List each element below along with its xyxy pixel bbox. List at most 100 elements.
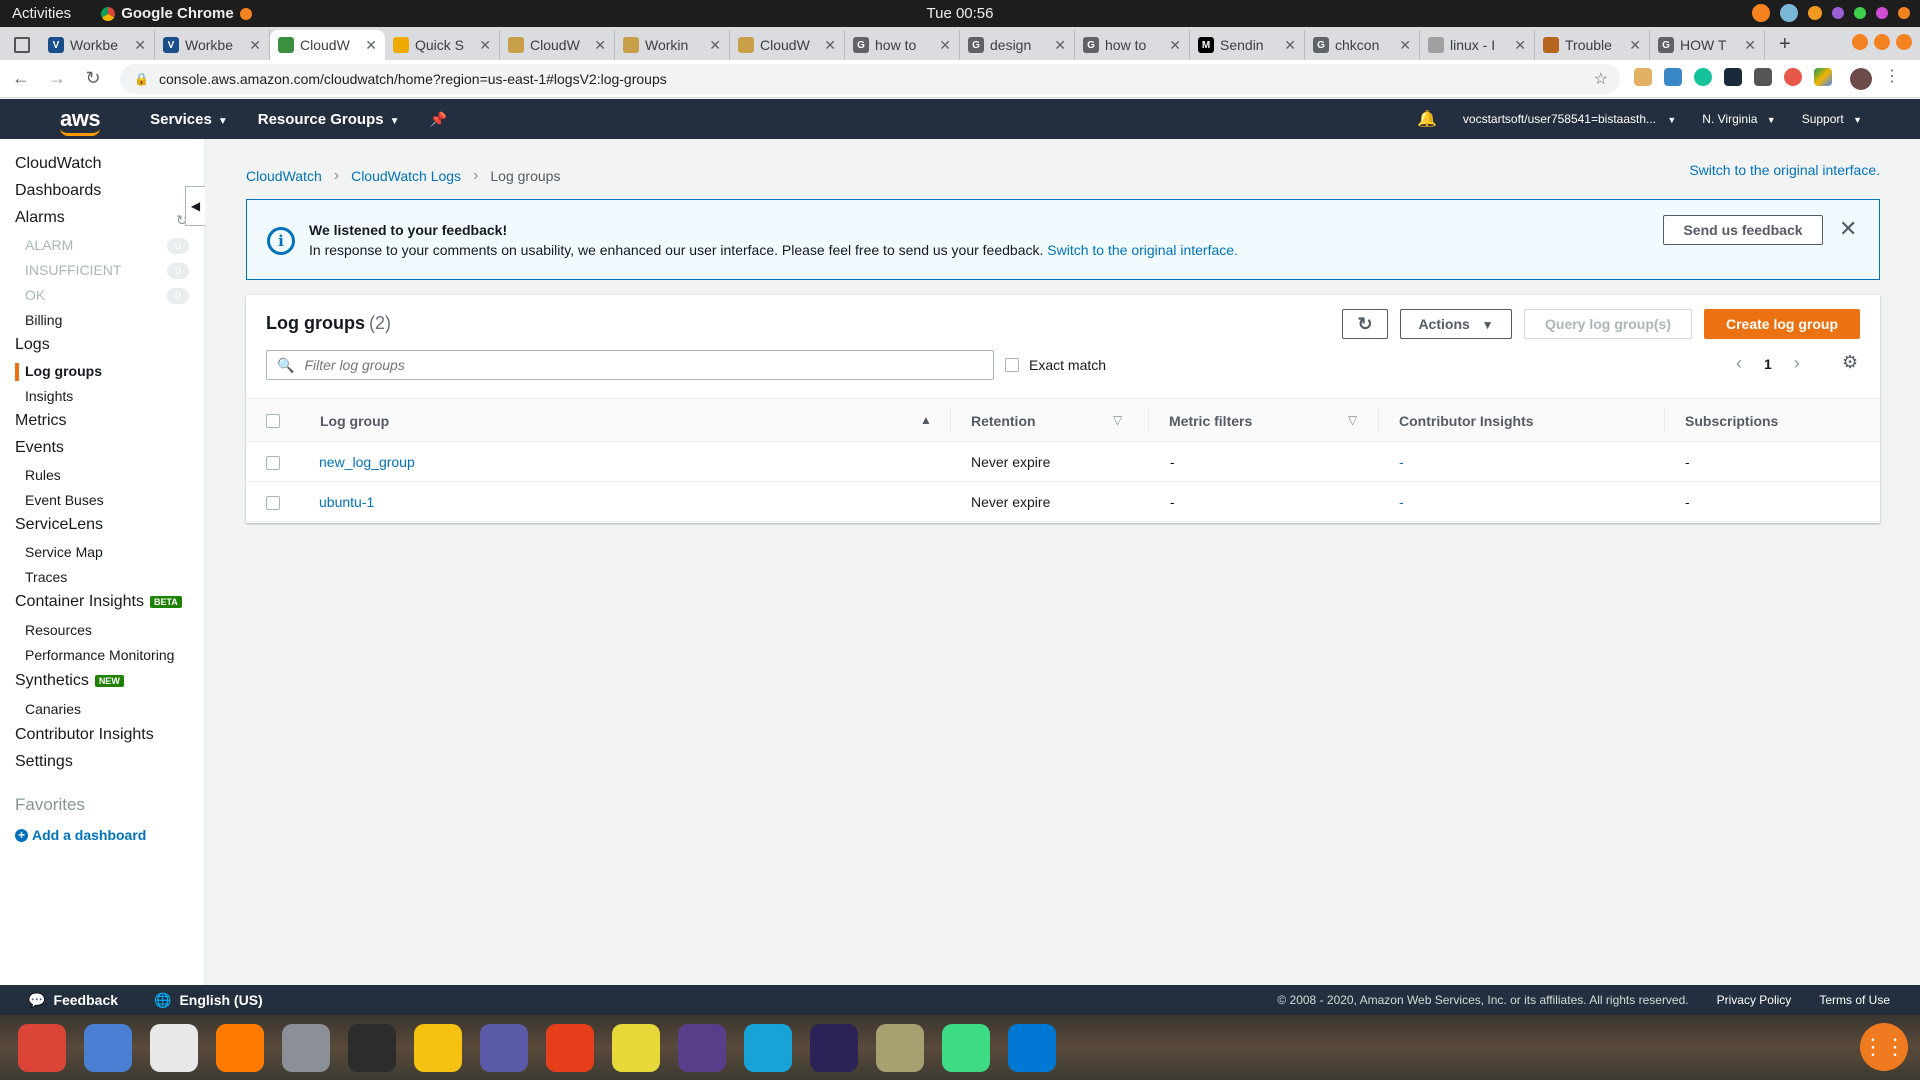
send-feedback-button[interactable]: Send us feedback	[1663, 215, 1823, 245]
mail-icon[interactable]	[678, 1023, 726, 1072]
music-icon[interactable]	[414, 1023, 462, 1072]
close-tab-icon[interactable]: ✕	[1399, 37, 1411, 54]
close-tab-icon[interactable]: ✕	[1054, 37, 1066, 54]
row-checkbox[interactable]	[266, 496, 280, 510]
url-field[interactable]: 🔒 console.aws.amazon.com/cloudwatch/home…	[120, 63, 1620, 94]
close-tab-icon[interactable]: ✕	[1629, 37, 1641, 54]
clock[interactable]: Tue 00:56	[927, 5, 994, 22]
browser-tab[interactable]: Gdesign ✕	[960, 30, 1075, 60]
chromium-icon[interactable]	[84, 1023, 132, 1072]
extension-2-icon[interactable]	[1664, 67, 1682, 86]
reload-icon[interactable]: ↻	[78, 68, 108, 89]
firefox-icon[interactable]	[216, 1023, 264, 1072]
sidebar-item-dashboards[interactable]: Dashboards	[15, 182, 101, 200]
app-menu[interactable]: Google Chrome	[101, 5, 252, 22]
show-applications-icon[interactable]: ⋮⋮	[1860, 1023, 1908, 1071]
maximize-icon[interactable]	[1874, 34, 1890, 50]
sidebar-item-alarms[interactable]: Alarms	[15, 209, 65, 227]
contributor-insights-value[interactable]: -	[1399, 454, 1404, 470]
cast-icon[interactable]	[1754, 67, 1772, 86]
language-selector[interactable]: English (US)	[179, 992, 262, 1008]
query-log-groups-button[interactable]: Query log group(s)	[1524, 309, 1692, 339]
lock-icon[interactable]: 🔒	[134, 72, 149, 86]
close-tab-icon[interactable]: ✕	[365, 37, 377, 54]
resource-groups-menu[interactable]: Resource Groups ▼	[258, 111, 400, 128]
globe-icon[interactable]: 🌐	[154, 992, 171, 1009]
row-checkbox[interactable]	[266, 456, 280, 470]
power-icon[interactable]	[1898, 7, 1910, 19]
extension-icon[interactable]	[1832, 7, 1844, 19]
current-page[interactable]: 1	[1764, 356, 1772, 372]
exact-match[interactable]: Exact match	[1005, 357, 1106, 373]
browser-tab[interactable]: CloudW ✕	[270, 30, 385, 60]
sidebar-item-log-groups[interactable]: Log groups	[25, 363, 102, 379]
browser-tab[interactable]: Ghow to ✕	[845, 30, 960, 60]
browser-tab[interactable]: V Workbe ✕	[155, 30, 270, 60]
sidebar-item-rules[interactable]: Rules	[25, 467, 61, 483]
browser-tab[interactable]: Quick S ✕	[385, 30, 500, 60]
profile-avatar[interactable]	[1850, 67, 1872, 90]
aws-logo[interactable]: aws	[60, 106, 101, 136]
add-dashboard-link[interactable]: + Add a dashboard	[15, 827, 146, 843]
system-tray[interactable]	[1752, 4, 1910, 22]
android-studio-icon[interactable]	[942, 1023, 990, 1072]
sidebar-item-service-map[interactable]: Service Map	[25, 544, 103, 560]
help-icon[interactable]	[612, 1023, 660, 1072]
region-menu[interactable]: N. Virginia ▼	[1702, 112, 1775, 126]
browser-tab[interactable]: G HOW T ✕	[1650, 30, 1765, 60]
browser-tab[interactable]: linux - I ✕	[1420, 30, 1535, 60]
close-tab-icon[interactable]: ✕	[134, 37, 146, 54]
bookmark-star-icon[interactable]: ☆	[1594, 69, 1608, 89]
sidebar-item-settings[interactable]: Settings	[15, 753, 73, 771]
account-menu[interactable]: vocstartsoft/user758541=bistaasth... ▼	[1463, 112, 1676, 126]
chrome-icon[interactable]	[18, 1023, 66, 1072]
close-tab-icon[interactable]: ✕	[824, 37, 836, 54]
sidebar-item-logs[interactable]: Logs	[15, 336, 50, 354]
sidebar-item-alarm[interactable]: ALARM	[25, 237, 73, 253]
sidebar-item-insights[interactable]: Insights	[25, 388, 73, 404]
browser-tab[interactable]: Trouble ✕	[1535, 30, 1650, 60]
battery-icon[interactable]	[1854, 7, 1866, 19]
sidebar-item-container-insights[interactable]: Container Insights BETA	[15, 593, 182, 611]
select-all-checkbox[interactable]	[266, 414, 280, 428]
forward-icon[interactable]: →	[42, 68, 72, 89]
bell-icon[interactable]: 🔔	[1417, 109, 1437, 129]
sort-ascending-icon[interactable]: ▲	[920, 413, 932, 427]
grammarly-icon[interactable]	[1694, 67, 1712, 86]
sidebar-item-synthetics[interactable]: Synthetics NEW	[15, 672, 124, 690]
files-icon[interactable]	[282, 1023, 330, 1072]
refresh-button[interactable]: ↻	[1342, 309, 1388, 339]
col-log-group[interactable]: Log group	[320, 413, 389, 429]
close-tab-icon[interactable]: ✕	[1514, 37, 1526, 54]
document-icon[interactable]	[480, 1023, 528, 1072]
actions-button[interactable]: Actions ▼	[1400, 309, 1512, 339]
minimize-icon[interactable]	[1852, 34, 1868, 50]
close-tab-icon[interactable]: ✕	[594, 37, 606, 54]
banner-switch-link[interactable]: Switch to the original interface.	[1047, 242, 1238, 258]
log-group-link[interactable]: ubuntu-1	[319, 494, 374, 510]
breadcrumb-cloudwatch-logs[interactable]: CloudWatch Logs	[351, 168, 461, 184]
create-log-group-button[interactable]: Create log group	[1704, 309, 1860, 339]
close-tab-icon[interactable]: ✕	[1744, 37, 1756, 54]
log-group-link[interactable]: new_log_group	[319, 454, 415, 470]
eclipse-icon[interactable]	[810, 1023, 858, 1072]
sidebar-item-metrics[interactable]: Metrics	[15, 412, 67, 430]
browser-tab[interactable]: CloudW ✕	[730, 30, 845, 60]
next-page-icon[interactable]: ›	[1794, 353, 1800, 374]
wifi-icon[interactable]	[1808, 6, 1822, 20]
browser-tab[interactable]: CloudW ✕	[500, 30, 615, 60]
sort-icon[interactable]: ▽	[1348, 413, 1357, 427]
update-icon[interactable]	[1752, 4, 1770, 22]
extension-1-icon[interactable]	[1634, 67, 1652, 86]
sidebar-item-traces[interactable]: Traces	[25, 569, 67, 585]
sidebar-item-servicelens[interactable]: ServiceLens	[15, 516, 103, 534]
browser-tab[interactable]: V Workbe ✕	[40, 30, 155, 60]
pin-icon[interactable]: 📌	[430, 111, 447, 128]
downloader-icon[interactable]	[546, 1023, 594, 1072]
sidebar-item-resources[interactable]: Resources	[25, 622, 92, 638]
sidebar-item-billing[interactable]: Billing	[25, 312, 62, 328]
gear-icon[interactable]: ⚙	[1842, 352, 1858, 373]
sidebar-item-insufficient[interactable]: INSUFFICIENT	[25, 262, 121, 278]
weather-icon[interactable]	[1780, 4, 1798, 22]
google-drive-icon[interactable]	[1814, 67, 1832, 86]
